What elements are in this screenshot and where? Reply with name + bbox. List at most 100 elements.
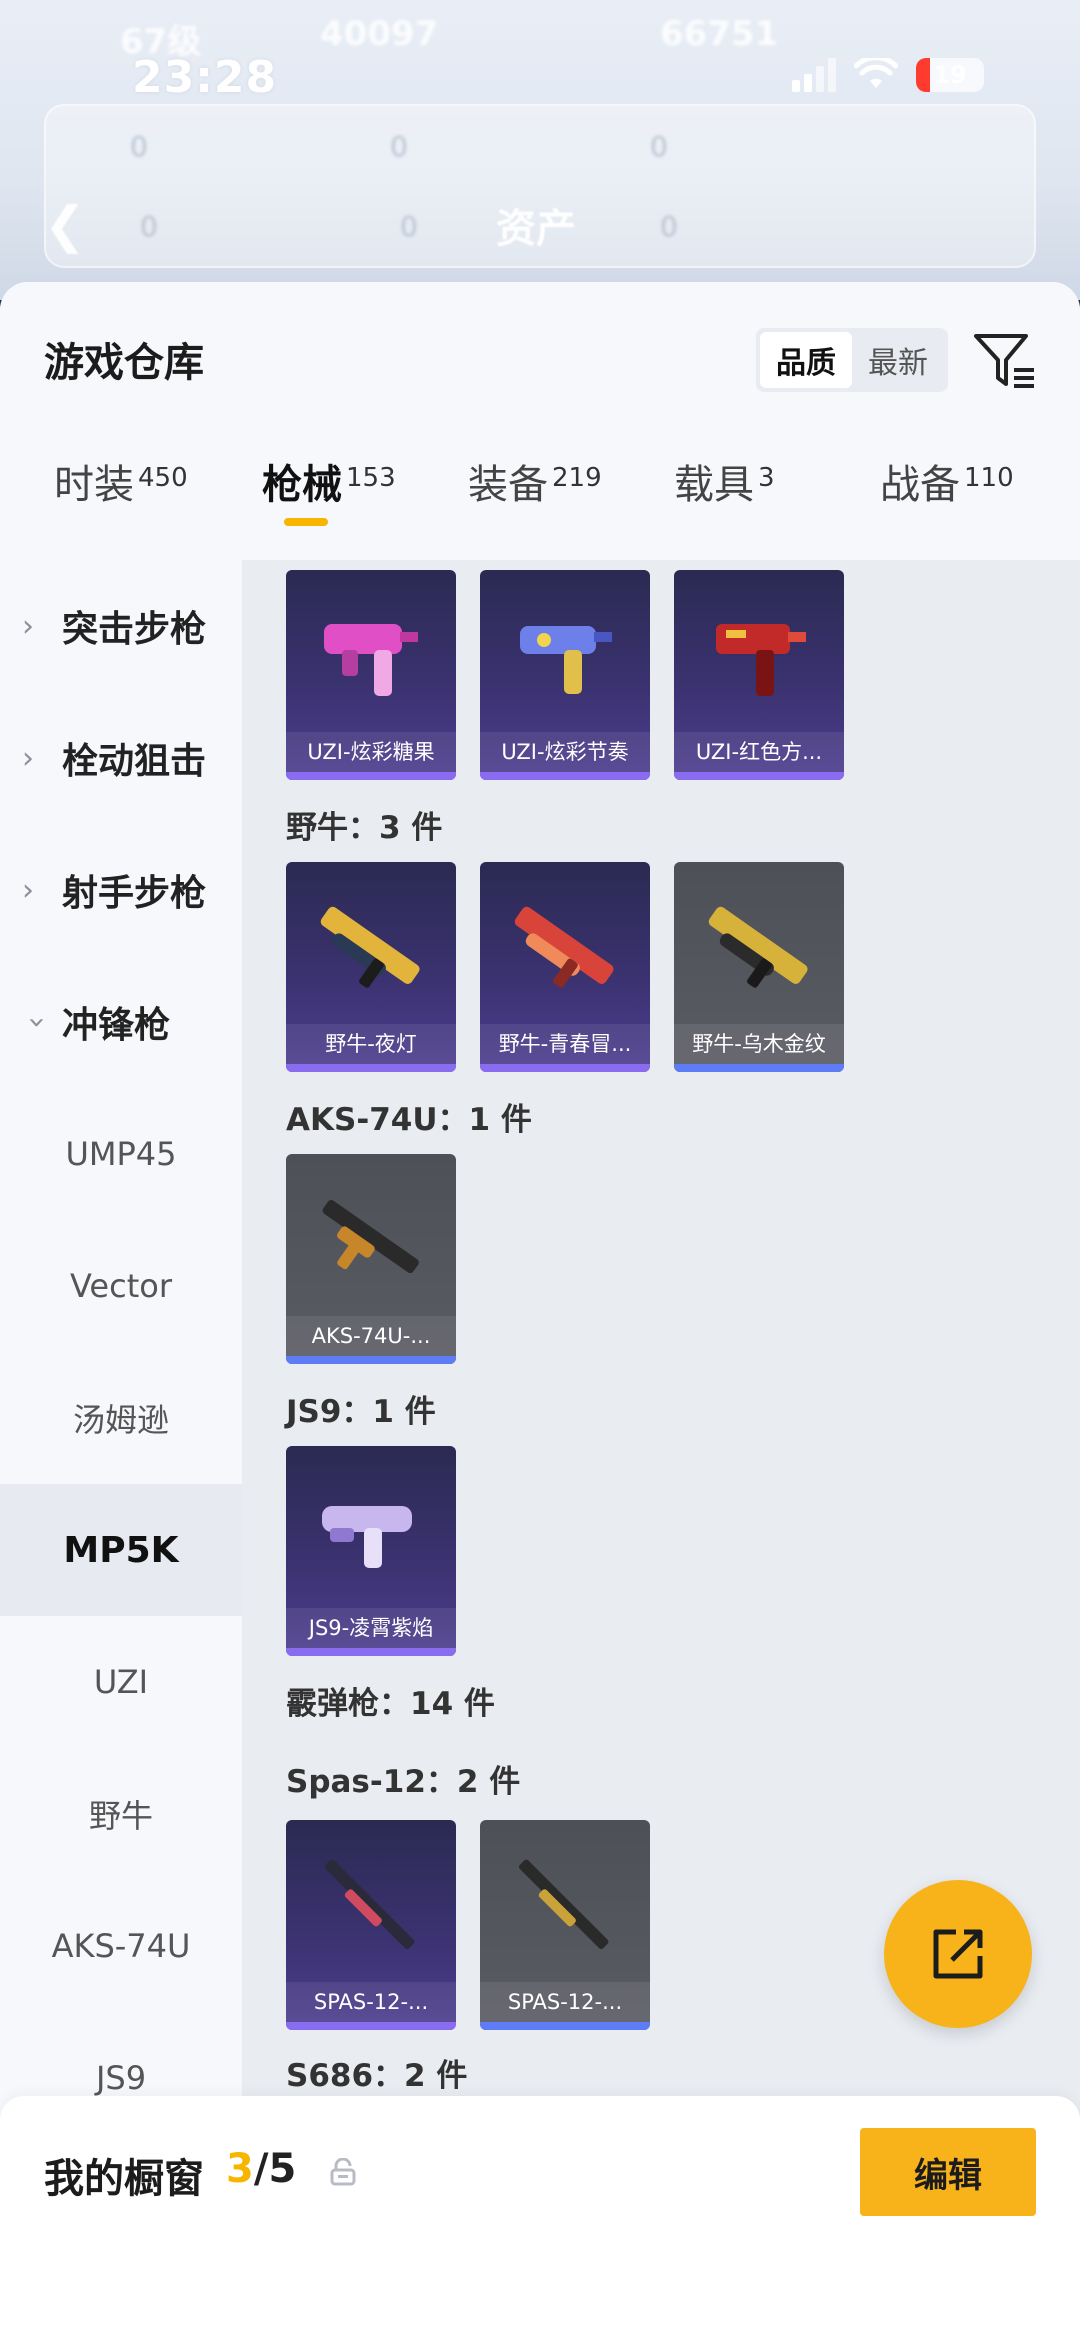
edit-button[interactable]: 编辑: [860, 2128, 1036, 2216]
showcase-current: 3: [226, 2146, 254, 2192]
group-title-bizon: 野牛：3 件: [286, 810, 443, 846]
shotgun-icon: [324, 1859, 415, 1950]
skin-name: SPAS-12-...: [480, 1982, 650, 2022]
skin-card[interactable]: 野牛-青春冒...: [480, 862, 650, 1072]
battery-level: 19: [933, 61, 967, 89]
ghost-points: 66751: [660, 14, 779, 54]
sidebar-item-ump45[interactable]: UMP45: [0, 1088, 242, 1220]
skin-name: UZI-炫彩糖果: [286, 732, 456, 772]
sidebar-item-bolt-sniper[interactable]: › 栓动狙击: [0, 692, 242, 824]
chevron-down-icon: ›: [19, 1016, 55, 1028]
rarity-stripe: [286, 1648, 456, 1656]
group-title-js9: JS9：1 件: [286, 1394, 436, 1430]
group-title-shotgun: 霰弹枪：14 件: [286, 1686, 495, 1722]
chevron-right-icon: ›: [22, 740, 34, 776]
skin-name: 野牛-青春冒...: [480, 1024, 650, 1064]
tab-fashion[interactable]: 时装 450: [54, 452, 188, 552]
tab-label: 装备: [468, 462, 548, 508]
battery-icon: 19: [916, 58, 984, 92]
skin-name: UZI-炫彩节奏: [480, 732, 650, 772]
tab-count: 110: [964, 462, 1014, 493]
sheet-title: 游戏仓库: [44, 340, 204, 386]
skin-name: JS9-凌霄紫焰: [286, 1608, 456, 1648]
tab-firearms[interactable]: 枪械 153: [262, 452, 396, 552]
sidebar-item-aks74u[interactable]: AKS-74U: [0, 1880, 242, 2012]
smg-icon: [320, 906, 420, 988]
share-button[interactable]: [884, 1880, 1032, 2028]
sidebar-item-label: 栓动狙击: [62, 741, 207, 782]
sidebar-item-assault-rifle[interactable]: › 突击步枪: [0, 560, 242, 692]
skin-card[interactable]: UZI-炫彩节奏: [480, 570, 650, 780]
status-time: 23:28: [132, 52, 278, 103]
rarity-stripe: [674, 772, 844, 780]
skin-card[interactable]: 野牛-夜灯: [286, 862, 456, 1072]
group-title-aks74u: AKS-74U：1 件: [286, 1102, 532, 1138]
tab-equipment[interactable]: 装备 219: [468, 452, 602, 552]
skin-card[interactable]: AKS-74U-...: [286, 1154, 456, 1364]
sort-toggle: 品质 最新: [756, 328, 948, 392]
lock-icon: [330, 2158, 356, 2186]
rarity-stripe: [286, 1064, 456, 1072]
ghost-stat: 0: [130, 130, 148, 163]
ghost-stat: 0: [390, 130, 408, 163]
smg-icon: [520, 626, 612, 694]
active-tab-indicator: [284, 518, 328, 526]
skin-card[interactable]: SPAS-12-...: [286, 1820, 456, 2030]
share-icon: [933, 1929, 983, 1979]
ghost-stat: 0: [650, 130, 668, 163]
sidebar-item-label: 冲锋枪: [62, 1005, 171, 1046]
rarity-stripe: [480, 2022, 650, 2030]
rarity-stripe: [674, 1064, 844, 1072]
ghost-stat: 0: [140, 210, 158, 243]
skin-card[interactable]: UZI-红色方...: [674, 570, 844, 780]
skin-name: UZI-红色方...: [674, 732, 844, 772]
showcase-label: 我的橱窗: [44, 2156, 204, 2202]
skin-card[interactable]: UZI-炫彩糖果: [286, 570, 456, 780]
tab-count: 450: [138, 462, 188, 493]
skin-card[interactable]: JS9-凌霄紫焰: [286, 1446, 456, 1656]
showcase-bar: 我的橱窗 3/5 编辑: [0, 2096, 1080, 2341]
skin-name: SPAS-12-...: [286, 1982, 456, 2022]
smg-icon: [514, 906, 614, 988]
smg-icon: [708, 906, 808, 988]
ghost-stat: 0: [660, 210, 678, 243]
weapon-sidebar: › 突击步枪 › 栓动狙击 › 射手步枪 › 冲锋枪 UMP45 Vector 汤姆逊 …: [0, 560, 242, 2341]
tab-label: 枪械: [262, 462, 342, 508]
chevron-right-icon: ›: [22, 872, 34, 908]
rarity-stripe: [286, 772, 456, 780]
tab-vehicles[interactable]: 载具 3: [674, 452, 775, 552]
tab-count: 219: [552, 462, 602, 493]
rarity-stripe: [480, 1064, 650, 1072]
tab-supplies[interactable]: 战备 110: [880, 452, 1014, 552]
sidebar-item-vector[interactable]: Vector: [0, 1220, 242, 1352]
smg-icon: [324, 624, 418, 696]
skin-card[interactable]: SPAS-12-...: [480, 1820, 650, 2030]
showcase-total: /5: [253, 2146, 297, 2192]
chevron-right-icon: ›: [22, 608, 34, 644]
back-icon[interactable]: ❮: [44, 196, 86, 254]
background-header: 67级 40097 66751 0 0 0 0 0 0 ❮ 资产: [0, 0, 1080, 300]
sidebar-item-smg[interactable]: › 冲锋枪: [0, 956, 242, 1088]
ghost-coins: 40097: [320, 14, 439, 54]
rarity-stripe: [286, 1356, 456, 1364]
category-tabs: 时装 450 枪械 153 装备 219 载具 3 战备 110: [0, 452, 1080, 552]
sidebar-item-uzi[interactable]: UZI: [0, 1616, 242, 1748]
tab-count: 153: [346, 462, 396, 493]
sidebar-item-thompson[interactable]: 汤姆逊: [0, 1352, 242, 1484]
sidebar-item-mp5k[interactable]: MP5K: [0, 1484, 242, 1616]
filter-icon[interactable]: [970, 326, 1040, 396]
ghost-stat: 0: [400, 210, 418, 243]
tab-label: 载具: [674, 462, 754, 508]
sidebar-item-marksman-rifle[interactable]: › 射手步枪: [0, 824, 242, 956]
tab-count: 3: [758, 462, 775, 493]
shotgun-icon: [518, 1859, 609, 1950]
signal-icon: [792, 58, 836, 92]
rarity-stripe: [286, 2022, 456, 2030]
showcase-count: 3/5: [226, 2146, 296, 2192]
sidebar-item-label: 射手步枪: [62, 873, 207, 914]
skin-card[interactable]: 野牛-乌木金纹: [674, 862, 844, 1072]
sort-newest[interactable]: 最新: [852, 332, 944, 388]
sidebar-item-bizon[interactable]: 野牛: [0, 1748, 242, 1880]
smg-icon: [322, 1200, 419, 1274]
sort-quality[interactable]: 品质: [760, 332, 852, 388]
